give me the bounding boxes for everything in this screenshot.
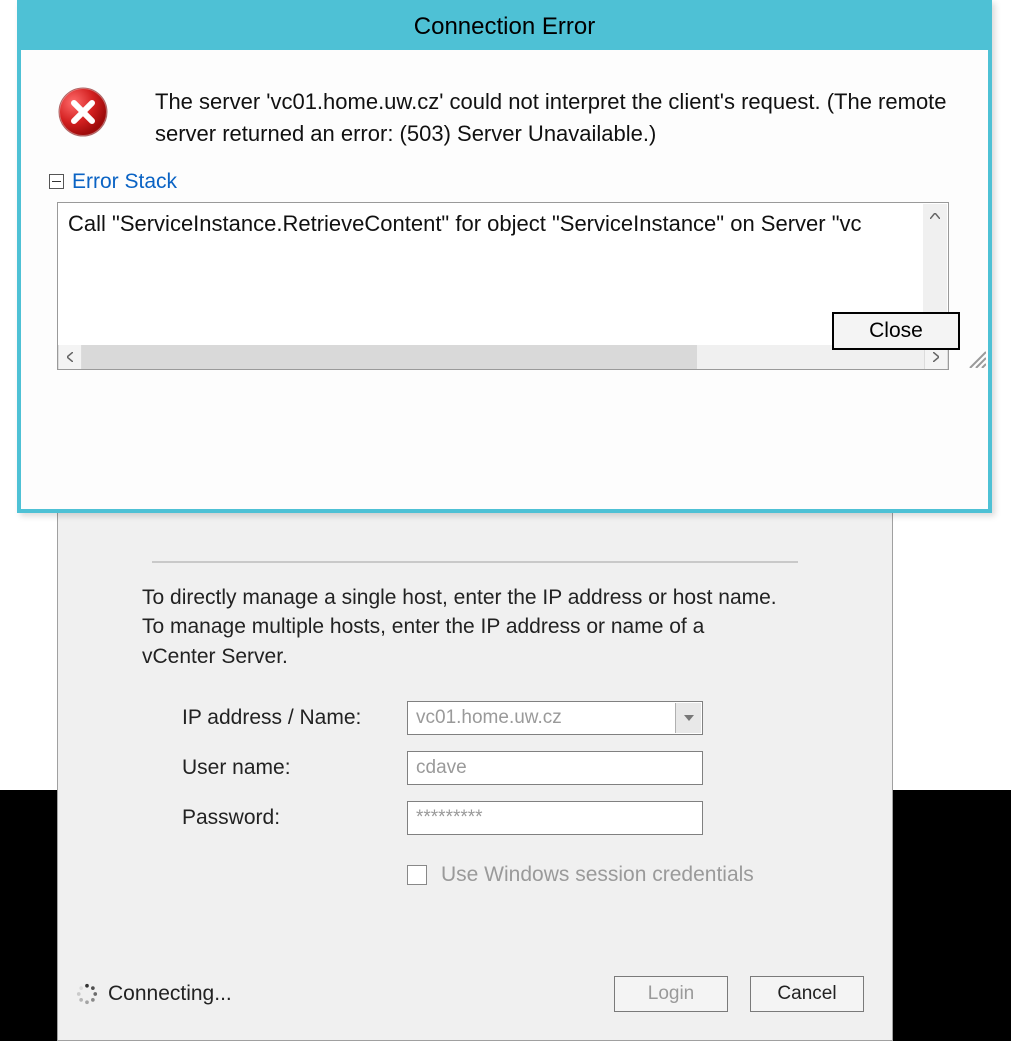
resize-grip-icon[interactable] — [966, 348, 986, 368]
error-message: The server 'vc01.home.uw.cz' could not i… — [125, 86, 952, 150]
use-windows-creds-label: Use Windows session credentials — [441, 863, 754, 887]
cancel-button[interactable]: Cancel — [750, 976, 864, 1012]
ip-combobox[interactable]: vc01.home.uw.cz — [407, 701, 703, 735]
login-instructions-line: To directly manage a single host, enter … — [142, 586, 777, 609]
scroll-left-icon[interactable] — [58, 345, 82, 369]
divider — [152, 561, 798, 563]
error-icon — [57, 86, 109, 138]
error-stack-panel: Call "ServiceInstance.RetrieveContent" f… — [57, 202, 949, 370]
username-label: User name: — [182, 756, 407, 780]
error-stack-label: Error Stack — [72, 170, 177, 194]
hscroll-thumb[interactable] — [82, 345, 697, 369]
horizontal-scrollbar[interactable] — [58, 345, 948, 369]
hscroll-track[interactable] — [82, 345, 924, 369]
scroll-up-icon[interactable] — [923, 204, 947, 228]
username-field[interactable] — [407, 751, 703, 785]
collapse-icon — [49, 174, 64, 189]
password-field[interactable] — [407, 801, 703, 835]
error-stack-text[interactable]: Call "ServiceInstance.RetrieveContent" f… — [58, 203, 948, 345]
login-instructions: To directly manage a single host, enter … — [142, 583, 808, 671]
use-windows-creds-checkbox[interactable] — [407, 865, 427, 885]
login-instructions-line: To manage multiple hosts, enter the IP a… — [142, 615, 704, 638]
login-button[interactable]: Login — [614, 976, 728, 1012]
error-title-text: Connection Error — [414, 13, 595, 41]
error-stack-toggle[interactable]: Error Stack — [49, 170, 952, 194]
spinner-icon — [76, 983, 98, 1005]
ip-value: vc01.home.uw.cz — [416, 707, 562, 729]
connecting-status: Connecting... — [108, 982, 592, 1006]
error-dialog: Connection Error — [17, 0, 992, 513]
ip-label: IP address / Name: — [182, 706, 407, 730]
error-title: Connection Error — [21, 4, 988, 50]
close-button[interactable]: Close — [832, 312, 960, 350]
password-label: Password: — [182, 806, 407, 830]
login-instructions-line: vCenter Server. — [142, 645, 288, 668]
chevron-down-icon[interactable] — [675, 703, 701, 733]
